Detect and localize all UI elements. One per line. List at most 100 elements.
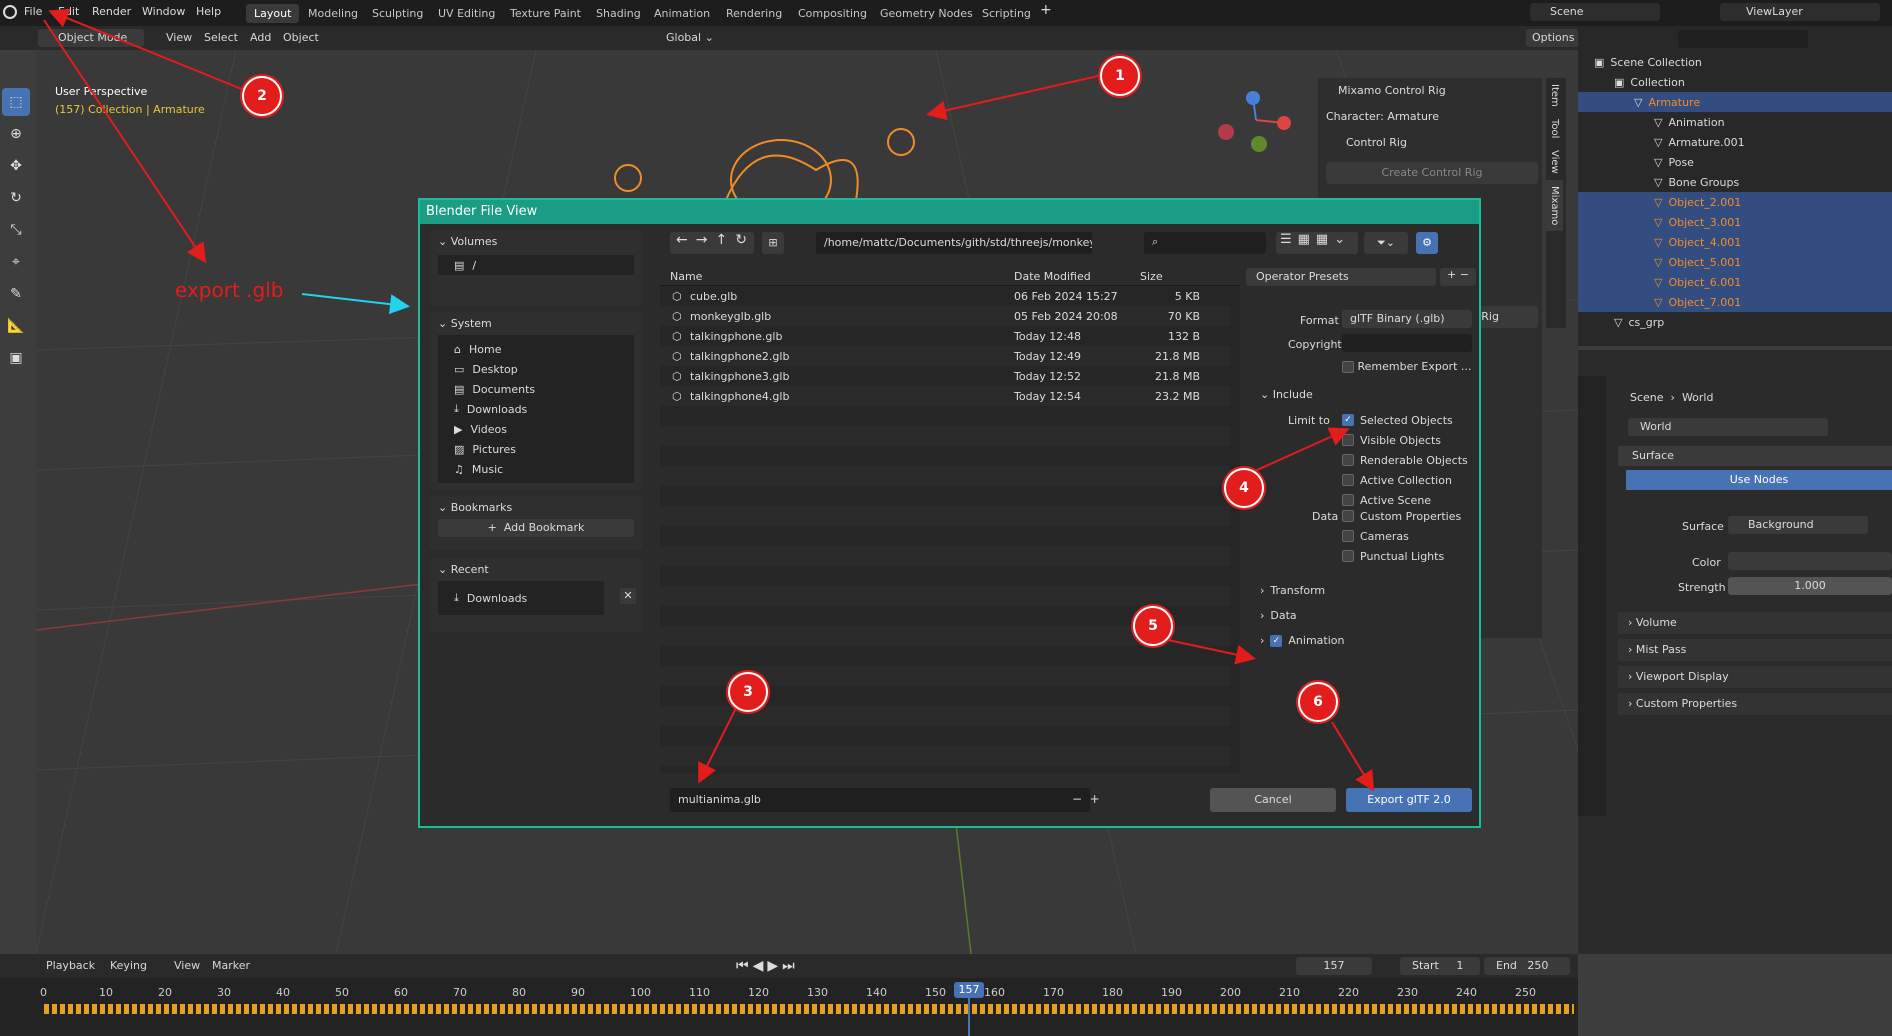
scale-tool-icon[interactable]: ⤡: [2, 216, 30, 244]
file-row[interactable]: ⬡ cube.glb 06 Feb 2024 15:27 5 KB: [660, 286, 1230, 306]
tab-animation[interactable]: Animation: [646, 4, 718, 23]
copyright-input[interactable]: [1342, 334, 1472, 352]
measure-tool-icon[interactable]: 📐: [2, 312, 30, 340]
blender-logo-icon[interactable]: [3, 5, 17, 19]
tab-tool[interactable]: Tool: [1546, 113, 1563, 144]
tab-view[interactable]: View: [1546, 144, 1563, 180]
outliner-row[interactable]: ▽ Object_5.001: [1578, 252, 1892, 272]
preset-add-remove[interactable]: + −: [1440, 268, 1476, 286]
use-nodes-button[interactable]: Use Nodes: [1626, 470, 1892, 490]
outliner-row[interactable]: ▽ Object_7.001: [1578, 292, 1892, 312]
timeline-ruler[interactable]: 0 10 20 30 40 50 60 70 80 90 100 110 120 130 140 150 160…: [0, 978, 1578, 1000]
add-bookmark-button[interactable]: + Add Bookmark: [438, 519, 634, 537]
nav-buttons[interactable]: ←→↑↻: [670, 232, 754, 254]
file-row[interactable]: ⬡ monkeyglb.glb 05 Feb 2024 20:08 70 KB: [660, 306, 1230, 326]
viewlayer-selector[interactable]: ViewLayer: [1720, 3, 1880, 21]
add-workspace-icon[interactable]: +: [1040, 2, 1052, 18]
tab-texture-paint[interactable]: Texture Paint: [502, 4, 589, 23]
file-row[interactable]: ⬡ talkingphone3.glb Today 12:52 21.8 MB: [660, 366, 1230, 386]
properties-panel[interactable]: › Custom Properties: [1618, 693, 1892, 715]
system-item[interactable]: ▭ Desktop: [438, 359, 634, 379]
outliner-row[interactable]: ▽ Animation: [1578, 112, 1892, 132]
volume-root[interactable]: ▤ /: [438, 255, 634, 275]
outliner-row[interactable]: ▽ Object_6.001: [1578, 272, 1892, 292]
filter-icon[interactable]: ⏷⌄: [1364, 232, 1408, 254]
cancel-button[interactable]: Cancel: [1210, 788, 1336, 812]
option-checkbox[interactable]: Punctual Lights: [1342, 546, 1472, 566]
outliner-search-input[interactable]: [1678, 30, 1808, 48]
outliner-row[interactable]: ▽ Bone Groups: [1578, 172, 1892, 192]
keyframe-strip[interactable]: [44, 1004, 1574, 1014]
surface-panel-header[interactable]: Surface: [1618, 446, 1892, 466]
tab-rendering[interactable]: Rendering: [718, 4, 790, 23]
outliner-row[interactable]: ▽ Object_2.001: [1578, 192, 1892, 212]
menu-help[interactable]: Help: [196, 5, 221, 18]
system-item[interactable]: ▶ Videos: [438, 419, 634, 439]
display-mode-buttons[interactable]: ☰▦▦⌄: [1276, 232, 1358, 254]
start-frame-field[interactable]: Start 1: [1400, 957, 1480, 975]
file-row[interactable]: ⬡ talkingphone2.glb Today 12:49 21.8 MB: [660, 346, 1230, 366]
outliner-row[interactable]: ▽ Object_3.001: [1578, 212, 1892, 232]
navigation-gizmo[interactable]: [1216, 90, 1296, 170]
outliner-row[interactable]: ▣ Scene Collection: [1578, 52, 1892, 72]
menu-add[interactable]: Add: [244, 29, 277, 47]
menu-select[interactable]: Select: [198, 29, 244, 47]
menu-edit[interactable]: Edit: [58, 5, 79, 18]
bookmarks-header[interactable]: ⌄ Bookmarks: [430, 496, 642, 519]
system-item[interactable]: ⤓ Downloads: [438, 399, 634, 419]
mixamo-panel-title[interactable]: Mixamo Control Rig: [1338, 84, 1446, 97]
surface-background-field[interactable]: Background: [1728, 516, 1868, 534]
column-name[interactable]: Name: [670, 270, 702, 283]
marker-menu[interactable]: Marker: [206, 957, 256, 975]
playhead[interactable]: 157: [954, 982, 984, 998]
mode-dropdown[interactable]: Object Mode ⌄: [38, 29, 144, 57]
scene-selector[interactable]: Scene: [1530, 3, 1660, 21]
outliner-row[interactable]: ▽ Pose: [1578, 152, 1892, 172]
filename-increment-buttons[interactable]: − +: [1072, 792, 1100, 806]
recent-item-downloads[interactable]: ⤓ Downloads: [438, 581, 604, 615]
current-frame-field[interactable]: 157: [1296, 957, 1372, 975]
filename-input[interactable]: multianima.glb: [670, 788, 1090, 812]
option-checkbox[interactable]: Cameras: [1342, 526, 1472, 546]
transform-tool-icon[interactable]: ⌖: [2, 248, 30, 276]
operator-presets-dropdown[interactable]: Operator Presets: [1246, 268, 1436, 286]
outliner-row[interactable]: ▽ cs_grp: [1578, 312, 1892, 332]
add-cube-tool-icon[interactable]: ▣: [2, 344, 30, 372]
playback-menu[interactable]: Playback: [40, 957, 101, 975]
properties-panel[interactable]: › Viewport Display: [1618, 666, 1892, 688]
color-field[interactable]: [1728, 552, 1892, 570]
properties-panel[interactable]: › Volume: [1618, 612, 1892, 634]
file-row[interactable]: ⬡ talkingphone4.glb Today 12:54 23.2 MB: [660, 386, 1230, 406]
volumes-header[interactable]: ⌄ Volumes: [430, 230, 642, 253]
outliner-row[interactable]: ▽ Object_4.001: [1578, 232, 1892, 252]
annotate-tool-icon[interactable]: ✎: [2, 280, 30, 308]
option-checkbox[interactable]: Custom Properties: [1342, 506, 1472, 526]
tab-shading[interactable]: Shading: [588, 4, 649, 23]
rotate-tool-icon[interactable]: ↻: [2, 184, 30, 212]
system-item[interactable]: ▨ Pictures: [438, 439, 634, 459]
option-checkbox[interactable]: ✓ Selected Objects: [1342, 410, 1472, 430]
system-item[interactable]: ▤ Documents: [438, 379, 634, 399]
menu-render[interactable]: Render: [92, 5, 131, 18]
include-section[interactable]: ⌄ Include: [1260, 388, 1313, 401]
outliner-row[interactable]: ▽ Armature: [1578, 92, 1892, 112]
column-size[interactable]: Size: [1140, 270, 1163, 283]
option-checkbox[interactable]: Renderable Objects: [1342, 450, 1472, 470]
column-date[interactable]: Date Modified: [1014, 270, 1091, 283]
strength-field[interactable]: 1.000: [1728, 577, 1892, 595]
file-row[interactable]: ⬡ talkingphone.glb Today 12:48 132 B: [660, 326, 1230, 346]
remember-export-checkbox[interactable]: Remember Export ...: [1342, 360, 1471, 373]
system-item[interactable]: ⌂ Home: [438, 339, 634, 359]
format-dropdown[interactable]: glTF Binary (.glb): [1342, 310, 1472, 328]
tab-modeling[interactable]: Modeling: [300, 4, 366, 23]
select-box-tool-icon[interactable]: ⬚: [2, 88, 30, 116]
remove-recent-icon[interactable]: ✕: [620, 588, 636, 604]
properties-panel[interactable]: › Mist Pass: [1618, 639, 1892, 661]
section-transform[interactable]: › Transform: [1260, 578, 1460, 603]
tab-sculpting[interactable]: Sculpting: [364, 4, 431, 23]
tab-uv-editing[interactable]: UV Editing: [430, 4, 503, 23]
options-dropdown[interactable]: Options ⌄: [1526, 29, 1581, 57]
menu-object[interactable]: Object: [277, 29, 325, 47]
tab-mixamo[interactable]: Mixamo: [1546, 179, 1563, 232]
recent-header[interactable]: ⌄ Recent: [430, 558, 642, 581]
